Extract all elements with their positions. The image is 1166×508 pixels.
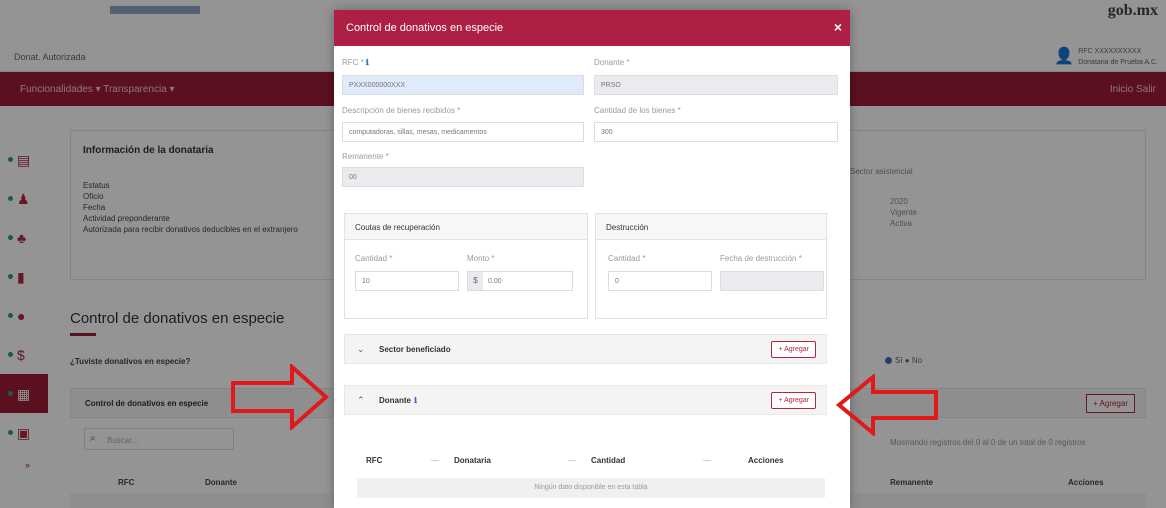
close-icon[interactable]: × xyxy=(834,19,842,35)
recovery-fees-panel: Coutas de recuperación Cantidad * 10 Mon… xyxy=(344,213,588,319)
sort-icon[interactable]: — xyxy=(568,456,576,465)
col-rfc[interactable]: RFC xyxy=(366,456,382,465)
goods-quantity-label: Cantidad de los bienes * xyxy=(594,106,681,115)
recovery-fees-title: Coutas de recuperación xyxy=(345,214,587,240)
destruction-quantity-label: Cantidad * xyxy=(608,254,646,263)
currency-symbol: $ xyxy=(468,272,483,290)
sector-accordion[interactable]: ⌄ Sector beneficiado + Agregar xyxy=(344,334,827,364)
fee-amount-label: Monto * xyxy=(467,254,495,263)
chevron-down-icon: ⌄ xyxy=(357,344,365,354)
description-field[interactable]: computadoras, sillas, mesas, medicamento… xyxy=(342,122,584,142)
col-cantidad[interactable]: Cantidad xyxy=(591,456,625,465)
annotation-arrow-left-icon xyxy=(835,374,938,436)
donation-modal: Control de donativos en especie × RFC * ℹ… xyxy=(334,10,850,508)
empty-table-message: Ningún dato disponible en esta tabla xyxy=(357,478,825,498)
info-icon[interactable]: ℹ xyxy=(366,58,369,67)
destruction-quantity-field[interactable]: 0 xyxy=(608,271,712,291)
modal-title: Control de donativos en especie xyxy=(346,22,504,34)
add-sector-button[interactable]: + Agregar xyxy=(771,341,816,358)
destruction-panel: Destrucción Cantidad * 0 Fecha de destru… xyxy=(595,213,827,319)
info-icon[interactable]: ℹ xyxy=(414,396,417,405)
add-donante-button[interactable]: + Agregar xyxy=(771,392,816,409)
sort-icon[interactable]: — xyxy=(431,456,439,465)
goods-quantity-field[interactable]: 300 xyxy=(594,122,838,142)
remanente-field[interactable]: 00 xyxy=(342,167,584,187)
donante-accordion[interactable]: ⌃ Donante ℹ + Agregar xyxy=(344,385,827,415)
rfc-label: RFC * ℹ xyxy=(342,58,369,67)
chevron-up-icon: ⌃ xyxy=(357,395,365,405)
fee-quantity-label: Cantidad * xyxy=(355,254,393,263)
destruction-title: Destrucción xyxy=(596,214,826,240)
col-acciones: Acciones xyxy=(748,456,784,465)
sort-icon[interactable]: — xyxy=(703,456,711,465)
donante-label: Donante * xyxy=(594,58,630,67)
sector-label: Sector beneficiado xyxy=(379,345,451,354)
description-label: Descripción de bienes recibidos * xyxy=(342,106,461,115)
col-donataria[interactable]: Donataria xyxy=(454,456,491,465)
modal-header: Control de donativos en especie × xyxy=(334,10,850,46)
destruction-date-field[interactable] xyxy=(720,271,824,291)
annotation-arrow-right-icon xyxy=(231,364,330,430)
donante-field[interactable]: PRSO xyxy=(594,75,838,95)
remanente-label: Remanente * xyxy=(342,152,389,161)
donante-section-label: Donante ℹ xyxy=(379,396,418,405)
fee-quantity-field[interactable]: 10 xyxy=(355,271,459,291)
rfc-field[interactable]: PXXX000000XXX xyxy=(342,75,584,95)
fee-amount-field[interactable]: $ 0.00 xyxy=(467,271,573,291)
destruction-date-label: Fecha de destrucción * xyxy=(720,254,802,263)
